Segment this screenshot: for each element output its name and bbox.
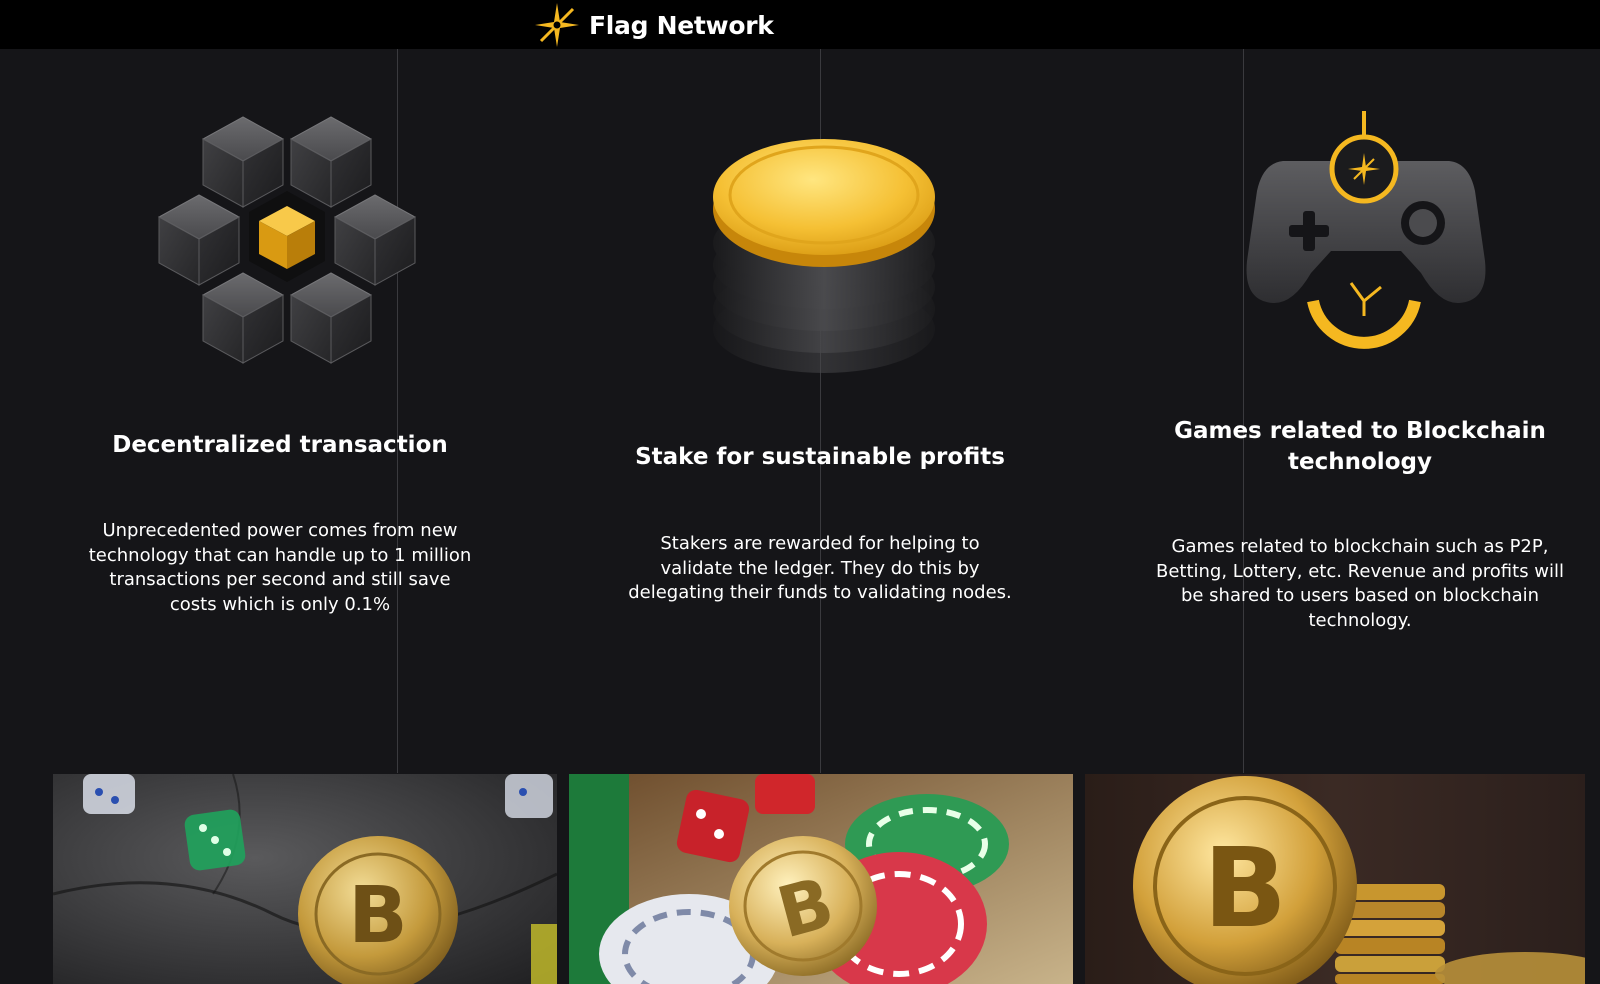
feature-description: Games related to blockchain such as P2P,… (1155, 536, 1565, 631)
svg-text:B: B (348, 871, 407, 961)
dice-and-bitcoin-photo: B (53, 774, 557, 984)
feature-title: Games related to Blockchain technology (1174, 418, 1546, 475)
feature-title: Decentralized transaction (112, 432, 448, 458)
coin-stack-icon (709, 121, 939, 386)
gamepad-icon (1243, 111, 1488, 366)
bitcoin-coin-stack-photo: B (1085, 774, 1585, 984)
feature-card-decentralized: Decentralized transaction Unprecedented … (70, 49, 490, 749)
feature-description: Unprecedented power comes from new techn… (88, 520, 472, 615)
feature-card-games: Games related to Blockchain technology G… (1150, 49, 1570, 749)
casino-chips-and-bitcoin-photo: B (569, 774, 1073, 984)
feature-title: Stake for sustainable profits (635, 444, 1005, 470)
brand-logo-link[interactable]: Flag Network (533, 3, 774, 47)
top-navigation-bar: Flag Network (0, 0, 1600, 49)
brand-name: Flag Network (589, 10, 774, 40)
flag-network-logo-icon (535, 3, 579, 47)
feature-description: Stakers are rewarded for helping to vali… (628, 533, 1012, 603)
svg-text:B: B (1203, 824, 1287, 952)
cube-cluster-icon (155, 111, 420, 376)
feature-card-stake: Stake for sustainable profits Stakers ar… (610, 49, 1030, 749)
